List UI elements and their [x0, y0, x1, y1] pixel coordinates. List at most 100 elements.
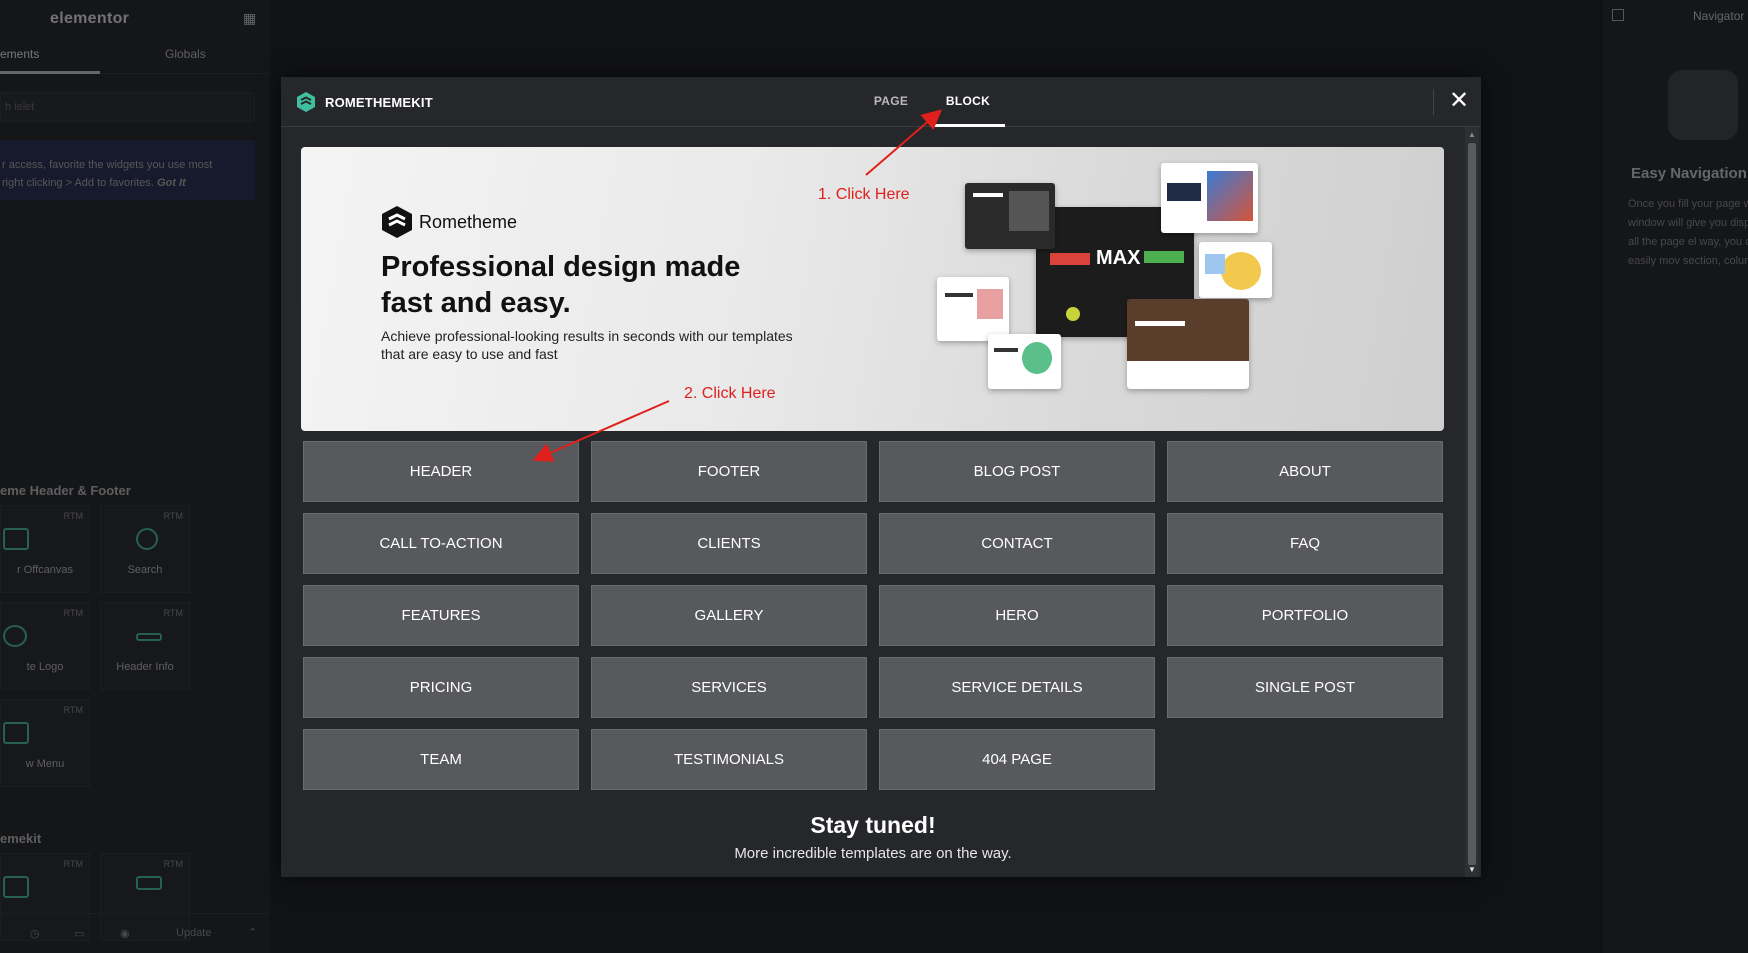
offcanvas-icon — [3, 528, 29, 550]
category-button-single-post[interactable]: SINGLE POST — [1167, 657, 1443, 718]
widget-card-nav-menu[interactable]: RTM w Menu — [0, 699, 90, 787]
widget-label: te Logo — [26, 661, 64, 673]
close-icon[interactable]: ✕ — [1444, 87, 1474, 117]
category-button-gallery[interactable]: GALLERY — [591, 585, 867, 646]
banner-subtitle-line2: that are easy to use and fast — [381, 346, 558, 362]
scroll-down-icon[interactable]: ▼ — [1468, 865, 1476, 874]
rtm-badge: RTM — [163, 511, 183, 521]
annotation-step2: 2. Click Here — [684, 385, 776, 402]
template-preview — [1161, 163, 1258, 233]
navigator-empty-title: Easy Navigation — [1631, 165, 1747, 182]
widget-icon — [136, 876, 162, 890]
rometheme-logo: Rometheme — [381, 205, 517, 239]
category-button-service-details[interactable]: SERVICE DETAILS — [879, 657, 1155, 718]
category-button-features[interactable]: FEATURES — [303, 585, 579, 646]
header-info-icon — [136, 633, 162, 641]
stay-tuned-text: More incredible templates are on the way… — [734, 845, 1012, 862]
category-button-faq[interactable]: FAQ — [1167, 513, 1443, 574]
panel-footer: ◷ ▭ ◉ Update ⌃ — [0, 913, 270, 953]
widget-label: Header Info — [116, 661, 174, 673]
template-preview — [965, 183, 1055, 249]
elementor-logo: elementor — [50, 10, 130, 27]
widget-label: r Offcanvas — [16, 564, 74, 576]
widget-label: Search — [127, 564, 163, 576]
rometheme-wordmark: Rometheme — [419, 211, 518, 232]
navigator-title: Navigator — [1693, 9, 1745, 23]
scrollbar-thumb[interactable] — [1468, 143, 1476, 865]
category-button-portfolio[interactable]: PORTFOLIO — [1167, 585, 1443, 646]
rtm-badge: RTM — [163, 859, 183, 869]
widget-card-search[interactable]: RTM Search — [100, 505, 190, 593]
panel-tabs: ements Globals — [0, 40, 270, 74]
brand: ROMETHEMEKIT — [295, 91, 433, 113]
stay-tuned-title: Stay tuned! — [810, 812, 936, 838]
category-button-pricing[interactable]: PRICING — [303, 657, 579, 718]
template-preview — [1199, 242, 1272, 298]
navigator-illustration — [1668, 70, 1738, 140]
rtm-badge: RTM — [63, 608, 83, 618]
category-button-hero[interactable]: HERO — [879, 585, 1155, 646]
widget-card-site-logo[interactable]: RTM te Logo — [0, 602, 90, 690]
category-button-testimonials[interactable]: TESTIMONIALS — [591, 729, 867, 790]
scroll-up-icon[interactable]: ▲ — [1468, 130, 1476, 139]
romethemekit-logo-icon — [297, 92, 315, 112]
banner-title-line1: Professional design made — [381, 251, 741, 283]
rtm-badge: RTM — [63, 705, 83, 715]
rtm-badge: RTM — [63, 859, 83, 869]
category-button-header[interactable]: HEADER — [303, 441, 579, 502]
chevron-up-icon[interactable]: ⌃ — [248, 926, 257, 939]
notice-line2: right clicking > Add to favorites. — [2, 177, 154, 189]
rometheme-mark-icon — [382, 206, 412, 238]
header-divider — [1433, 89, 1434, 115]
widget-label: w Menu — [25, 758, 65, 770]
grid-widget-icon — [3, 876, 29, 898]
collapse-icon[interactable] — [1612, 9, 1624, 21]
category-button-404-page[interactable]: 404 PAGE — [879, 729, 1155, 790]
menu-icon — [3, 722, 29, 744]
category-button-footer[interactable]: FOOTER — [591, 441, 867, 502]
modal-scrollbar[interactable]: ▲ ▼ — [1465, 127, 1479, 877]
category-button-about[interactable]: ABOUT — [1167, 441, 1443, 502]
banner-subtitle-line1: Achieve professional-looking results in … — [381, 328, 793, 344]
elementor-panel: elementor ▦ ements Globals h ielet r acc… — [0, 0, 270, 953]
widget-card-offcanvas[interactable]: RTM r Offcanvas — [0, 505, 90, 593]
annotation-step1: 1. Click Here — [818, 186, 910, 203]
preview-icon[interactable]: ◉ — [120, 927, 130, 940]
banner-title-line2: fast and easy. — [381, 287, 571, 319]
search-icon — [136, 528, 158, 550]
history-icon[interactable]: ◷ — [30, 927, 40, 940]
notice-line1: r access, favorite the widgets you use m… — [2, 159, 213, 171]
category-button-clients[interactable]: CLIENTS — [591, 513, 867, 574]
category-button-call-to-action[interactable]: CALL TO-ACTION — [303, 513, 579, 574]
banner-title: Professional design made fast and easy. — [381, 249, 801, 321]
favorites-notice: r access, favorite the widgets you use m… — [0, 140, 255, 200]
widget-card-header-info[interactable]: RTM Header Info — [100, 602, 190, 690]
apps-grid-icon[interactable]: ▦ — [243, 10, 259, 26]
brand-name: ROMETHEMEKIT — [325, 94, 433, 110]
category-button-contact[interactable]: CONTACT — [879, 513, 1155, 574]
modal-header: ROMETHEMEKIT PAGE BLOCK ✕ — [281, 77, 1481, 127]
template-preview — [1127, 299, 1249, 389]
banner-subtitle: Achieve professional-looking results in … — [381, 327, 901, 363]
tab-block[interactable]: BLOCK — [931, 77, 1005, 127]
tab-elements[interactable]: ements — [0, 47, 100, 74]
section-title-romethemekit: emekit — [0, 831, 42, 846]
navigator-panel: Navigator Easy Navigation Once you fill … — [1603, 0, 1748, 953]
widget-search-input[interactable]: h ielet — [0, 92, 255, 122]
update-button[interactable]: Update — [176, 927, 211, 939]
responsive-icon[interactable]: ▭ — [74, 927, 84, 940]
category-button-blog-post[interactable]: BLOG POST — [879, 441, 1155, 502]
rtm-badge: RTM — [163, 608, 183, 618]
template-preview — [937, 277, 1009, 341]
got-it-link[interactable]: Got It — [157, 177, 186, 189]
category-button-services[interactable]: SERVICES — [591, 657, 867, 718]
category-button-team[interactable]: TEAM — [303, 729, 579, 790]
tab-globals[interactable]: Globals — [165, 47, 206, 61]
template-preview — [988, 334, 1061, 389]
preview-text: MAX — [1096, 247, 1141, 269]
navigator-empty-text: Once you fill your page w this window wi… — [1628, 198, 1748, 267]
globe-icon — [3, 625, 27, 647]
tab-page[interactable]: PAGE — [861, 77, 921, 127]
section-title-header-footer: eme Header & Footer — [0, 483, 131, 498]
rtm-badge: RTM — [63, 511, 83, 521]
